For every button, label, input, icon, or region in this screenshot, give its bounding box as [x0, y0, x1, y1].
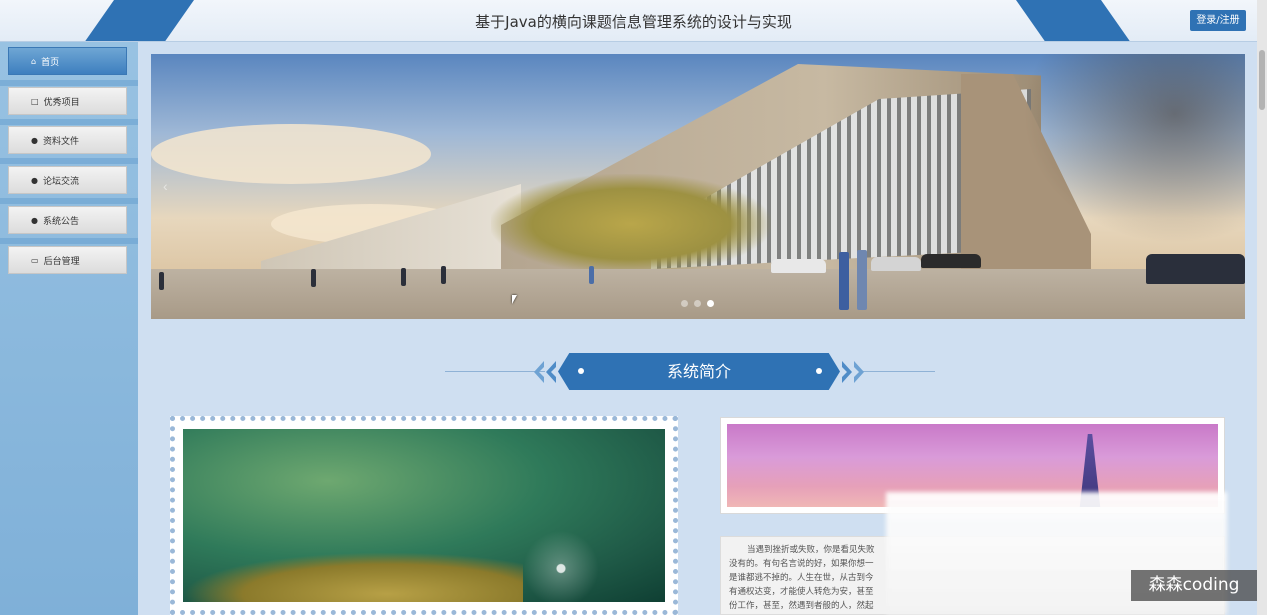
login-register-button[interactable]: 登录/注册	[1190, 10, 1246, 31]
dandelion-seed	[513, 519, 633, 602]
moss	[183, 552, 523, 602]
car	[771, 259, 826, 273]
sidebar-item-files[interactable]: ● 资料文件	[8, 126, 127, 154]
section-dot	[816, 368, 822, 374]
sidebar-item-label: 优秀项目	[43, 97, 80, 108]
car	[871, 257, 921, 271]
tree	[1011, 54, 1245, 254]
carousel-dot-active[interactable]	[707, 300, 714, 307]
banner-carousel[interactable]: ‹	[151, 54, 1245, 319]
sidebar-item-label: 资料文件	[42, 136, 79, 147]
person	[159, 272, 164, 290]
mouse-cursor	[512, 295, 517, 304]
section-line-right	[860, 371, 935, 372]
intro-photo-card	[170, 416, 678, 615]
carousel-dot[interactable]	[694, 300, 701, 307]
car	[921, 254, 981, 268]
archive-icon: ▭	[31, 255, 39, 265]
tree	[491, 174, 771, 274]
question-icon: ●	[31, 175, 38, 185]
chevron-right-icon	[842, 361, 864, 383]
watermark: 森森coding	[1131, 570, 1257, 601]
sidebar-item-forum[interactable]: ● 论坛交流	[8, 166, 127, 194]
person	[857, 250, 867, 310]
sidebar-divider	[0, 80, 138, 86]
carousel-indicators	[681, 300, 714, 307]
sidebar-item-announcements[interactable]: ● 系统公告	[8, 206, 127, 234]
sidebar-item-home[interactable]: ⌂ 首页	[8, 47, 127, 75]
chevron-left-icon	[534, 361, 556, 383]
sidebar-divider	[0, 198, 138, 204]
car	[1146, 254, 1245, 284]
info-icon: ●	[31, 215, 38, 225]
section-dot	[578, 368, 584, 374]
sidebar-item-label: 后台管理	[43, 256, 80, 267]
carousel-dot[interactable]	[681, 300, 688, 307]
sidebar-divider	[0, 238, 138, 244]
person	[589, 266, 594, 284]
scrollbar-thumb[interactable]	[1259, 50, 1265, 110]
person	[311, 269, 316, 287]
intro-photo	[183, 429, 665, 602]
bag-icon: □	[31, 96, 39, 106]
person	[441, 266, 446, 284]
sidebar-item-label: 系统公告	[42, 216, 79, 227]
info-icon: ●	[31, 135, 38, 145]
sidebar-item-label: 论坛交流	[42, 176, 79, 187]
sidebar-item-projects[interactable]: □ 优秀项目	[8, 87, 127, 115]
cloud	[151, 124, 431, 184]
page-header: 基于Java的横向课题信息管理系统的设计与实现 登录/注册	[0, 0, 1267, 42]
page-title: 基于Java的横向课题信息管理系统的设计与实现	[475, 13, 792, 31]
person	[839, 252, 849, 310]
sidebar-divider	[0, 119, 138, 125]
person	[401, 268, 406, 286]
sidebar-item-label: 首页	[41, 57, 60, 68]
section-title: 系统简介	[558, 353, 840, 390]
sidebar-item-admin[interactable]: ▭ 后台管理	[8, 246, 127, 274]
home-icon: ⌂	[31, 56, 37, 66]
sidebar-divider	[0, 158, 138, 164]
carousel-prev-icon[interactable]: ‹	[163, 178, 168, 194]
